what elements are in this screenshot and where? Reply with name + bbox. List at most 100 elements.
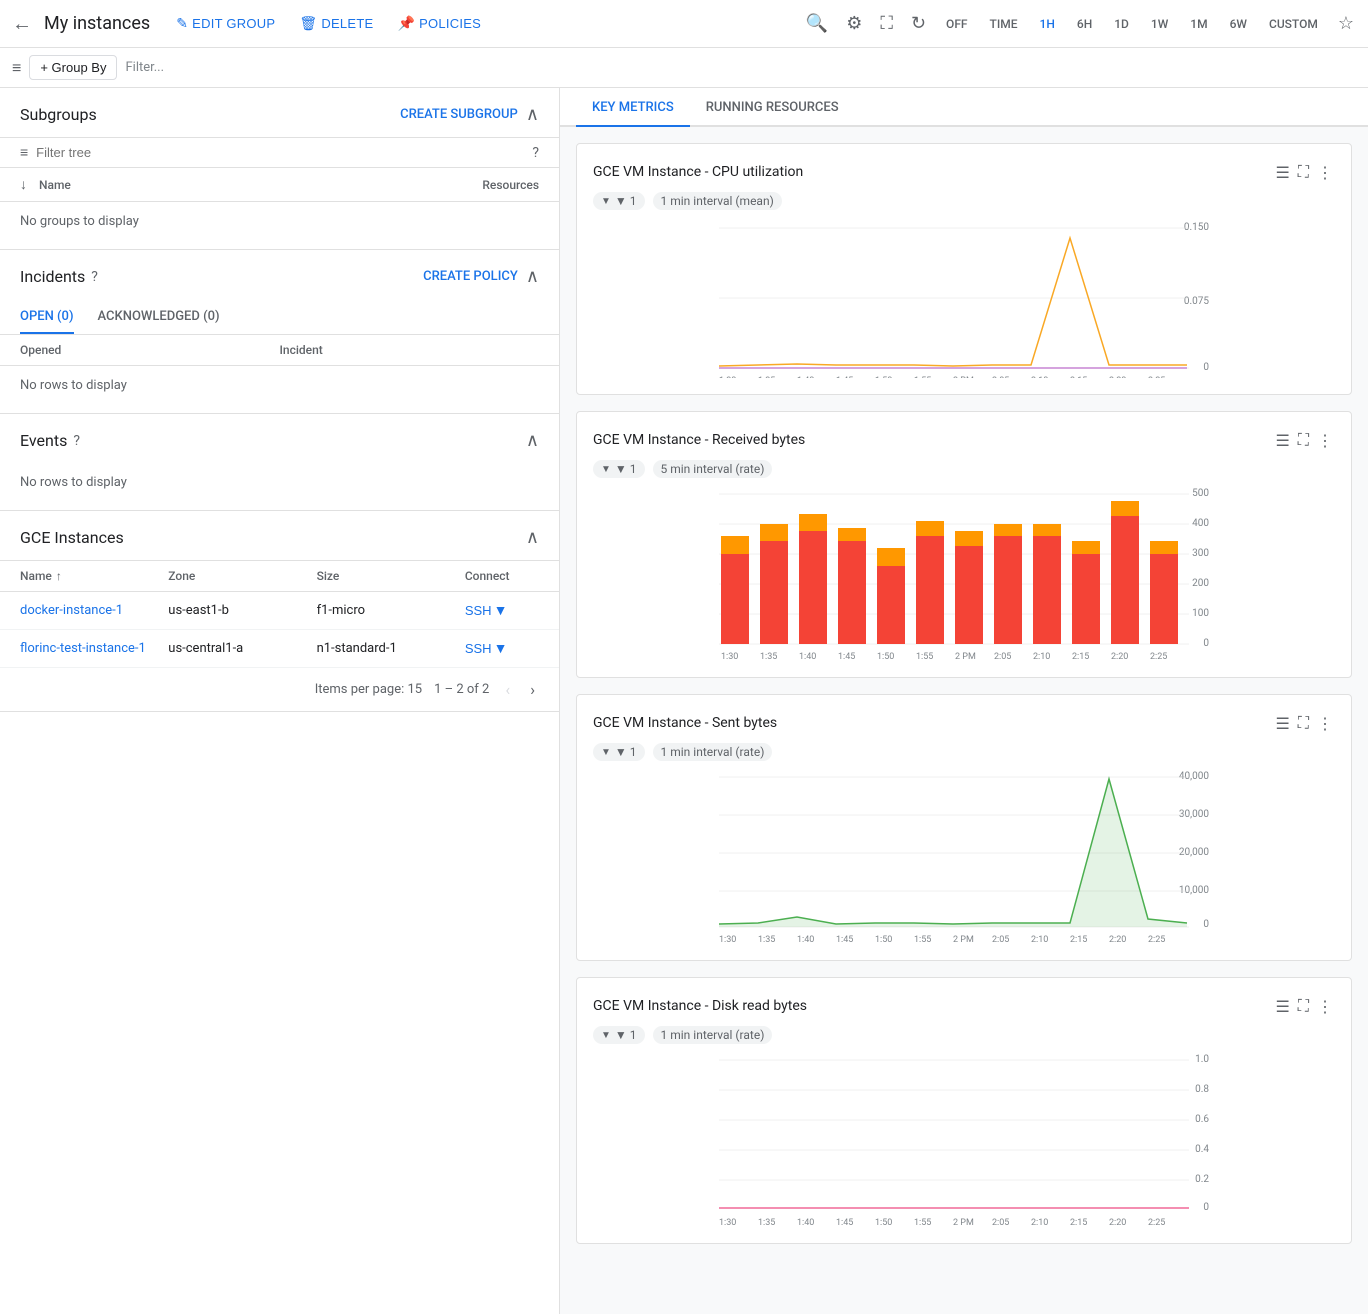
ssh-dropdown-icon-2[interactable]: ▼ xyxy=(494,640,508,657)
svg-text:2:15: 2:15 xyxy=(1070,376,1087,378)
create-subgroup-link[interactable]: CREATE SUBGROUP xyxy=(400,107,518,122)
more-icon-2[interactable]: ⋮ xyxy=(1315,429,1335,452)
time-6h-button[interactable]: 6H xyxy=(1069,13,1100,35)
legend-icon[interactable]: ☰ xyxy=(1273,161,1291,184)
tab-running-resources[interactable]: RUNNING RESOURCES xyxy=(690,88,855,127)
received-filter-chip: ▼ ▼ 1 xyxy=(593,460,645,478)
svg-text:2:05: 2:05 xyxy=(992,376,1009,378)
cpu-chart-card: GCE VM Instance - CPU utilization ☰ ⛶ ⋮ … xyxy=(576,143,1352,395)
svg-text:0: 0 xyxy=(1203,638,1209,649)
sent-chart-title: GCE VM Instance - Sent bytes xyxy=(593,715,777,731)
top-header: ← My instances ✎ EDIT GROUP 🗑 DELETE 📌 P… xyxy=(0,0,1368,48)
star-icon[interactable]: ☆ xyxy=(1332,7,1360,40)
svg-text:2:05: 2:05 xyxy=(994,652,1011,661)
edit-group-button[interactable]: ✎ EDIT GROUP xyxy=(166,9,285,38)
instance-name-2[interactable]: florinc-test-instance-1 xyxy=(20,641,168,656)
next-page-button[interactable]: › xyxy=(526,676,539,703)
fullscreen-icon[interactable]: ⛶ xyxy=(874,7,899,40)
instance-size-1: f1-micro xyxy=(317,603,465,618)
time-1w-button[interactable]: 1W xyxy=(1143,13,1176,35)
subgroups-header: Subgroups CREATE SUBGROUP ∧ xyxy=(0,88,559,137)
custom-button[interactable]: CUSTOM xyxy=(1261,13,1326,35)
svg-text:1:55: 1:55 xyxy=(916,652,933,661)
legend-icon-2[interactable]: ☰ xyxy=(1273,429,1291,452)
time-1m-button[interactable]: 1M xyxy=(1182,13,1215,35)
disk-interval-chip: 1 min interval (rate) xyxy=(653,1026,773,1044)
svg-text:1:55: 1:55 xyxy=(914,1218,931,1227)
svg-text:0.8: 0.8 xyxy=(1195,1084,1209,1095)
events-collapse-icon[interactable]: ∧ xyxy=(526,430,539,451)
gce-instances-collapse-icon[interactable]: ∧ xyxy=(526,527,539,548)
expand-icon[interactable]: ⛶ xyxy=(1296,160,1311,184)
ssh-button-1[interactable]: SSH xyxy=(465,603,492,618)
time-6w-button[interactable]: 6W xyxy=(1222,13,1255,35)
filter-tree-input[interactable] xyxy=(36,145,532,160)
off-button[interactable]: OFF xyxy=(938,13,976,35)
sent-chart-svg: 40,000 30,000 20,000 10,000 0 1:30 xyxy=(593,769,1335,944)
svg-text:2 PM: 2 PM xyxy=(955,652,976,661)
expand-icon-3[interactable]: ⛶ xyxy=(1296,711,1311,735)
legend-icon-4[interactable]: ☰ xyxy=(1273,995,1291,1018)
filter-tree-bar: ≡ ? xyxy=(0,137,559,168)
more-icon-4[interactable]: ⋮ xyxy=(1315,995,1335,1018)
events-help-icon[interactable]: ? xyxy=(73,433,80,449)
subgroups-no-data: No groups to display xyxy=(0,202,559,241)
svg-text:0.4: 0.4 xyxy=(1195,1144,1209,1155)
col-name-header: Name xyxy=(39,178,478,192)
legend-icon-3[interactable]: ☰ xyxy=(1273,712,1291,735)
tab-key-metrics[interactable]: KEY METRICS xyxy=(576,88,690,127)
expand-icon-4[interactable]: ⛶ xyxy=(1296,994,1311,1018)
filter-tree-help-icon[interactable]: ? xyxy=(532,145,539,161)
svg-text:2:05: 2:05 xyxy=(992,935,1009,944)
time-1d-button[interactable]: 1D xyxy=(1106,13,1137,35)
incidents-table-header: Opened Incident xyxy=(0,335,559,366)
subgroups-title: Subgroups xyxy=(20,105,97,124)
svg-text:1:35: 1:35 xyxy=(758,935,775,944)
pagination-row: Items per page: 15 1 – 2 of 2 ‹ › xyxy=(0,668,559,711)
incidents-help-icon[interactable]: ? xyxy=(91,269,98,285)
subgroups-collapse-icon[interactable]: ∧ xyxy=(526,104,539,125)
tab-acknowledged[interactable]: ACKNOWLEDGED (0) xyxy=(98,299,220,334)
tab-open[interactable]: OPEN (0) xyxy=(20,299,74,334)
instance-size-2: n1-standard-1 xyxy=(317,641,465,656)
subgroups-body: No groups to display xyxy=(0,202,559,249)
create-policy-link[interactable]: CREATE POLICY xyxy=(423,269,518,284)
received-chart-filters: ▼ ▼ 1 5 min interval (rate) xyxy=(593,460,1335,478)
svg-text:500: 500 xyxy=(1192,488,1209,499)
instance-name-1[interactable]: docker-instance-1 xyxy=(20,603,168,618)
svg-text:2 PM: 2 PM xyxy=(953,935,974,944)
svg-text:2:20: 2:20 xyxy=(1109,935,1126,944)
svg-text:1:30: 1:30 xyxy=(719,1218,736,1227)
settings-icon[interactable]: ⚙ xyxy=(840,7,868,40)
menu-icon[interactable]: ≡ xyxy=(12,58,21,78)
prev-page-button[interactable]: ‹ xyxy=(501,676,514,703)
table-row: docker-instance-1 us-east1-b f1-micro SS… xyxy=(0,592,559,630)
svg-text:1:35: 1:35 xyxy=(758,376,775,378)
disk-chart-title: GCE VM Instance - Disk read bytes xyxy=(593,998,807,1014)
svg-text:1:40: 1:40 xyxy=(797,1218,814,1227)
page-title: My instances xyxy=(44,13,150,34)
header-actions: ✎ EDIT GROUP 🗑 DELETE 📌 POLICIES xyxy=(166,9,491,38)
filter-input[interactable]: Filter... xyxy=(125,60,164,75)
policies-button[interactable]: 📌 POLICIES xyxy=(387,9,491,38)
sent-chart-filters: ▼ ▼ 1 1 min interval (rate) xyxy=(593,743,1335,761)
ssh-dropdown-icon-1[interactable]: ▼ xyxy=(494,602,508,619)
group-by-button[interactable]: + Group By xyxy=(29,55,117,80)
refresh-icon[interactable]: ↻ xyxy=(905,7,932,40)
svg-text:2:25: 2:25 xyxy=(1148,376,1165,378)
sent-chart-actions: ☰ ⛶ ⋮ xyxy=(1273,711,1335,735)
time-1h-button[interactable]: 1H xyxy=(1032,13,1063,35)
ssh-button-2[interactable]: SSH xyxy=(465,641,492,656)
search-icon[interactable]: 🔍 xyxy=(800,7,834,40)
svg-text:2:10: 2:10 xyxy=(1033,652,1050,661)
more-icon[interactable]: ⋮ xyxy=(1315,161,1335,184)
inst-col-name[interactable]: Name ↑ xyxy=(20,569,168,583)
delete-button[interactable]: 🗑 DELETE xyxy=(289,9,383,38)
more-icon-3[interactable]: ⋮ xyxy=(1315,712,1335,735)
svg-text:1:45: 1:45 xyxy=(836,935,853,944)
svg-text:1:40: 1:40 xyxy=(797,935,814,944)
expand-icon-2[interactable]: ⛶ xyxy=(1296,428,1311,452)
incidents-collapse-icon[interactable]: ∧ xyxy=(526,266,539,287)
back-button[interactable]: ← xyxy=(8,7,36,40)
disk-chart-header: GCE VM Instance - Disk read bytes ☰ ⛶ ⋮ xyxy=(593,994,1335,1018)
